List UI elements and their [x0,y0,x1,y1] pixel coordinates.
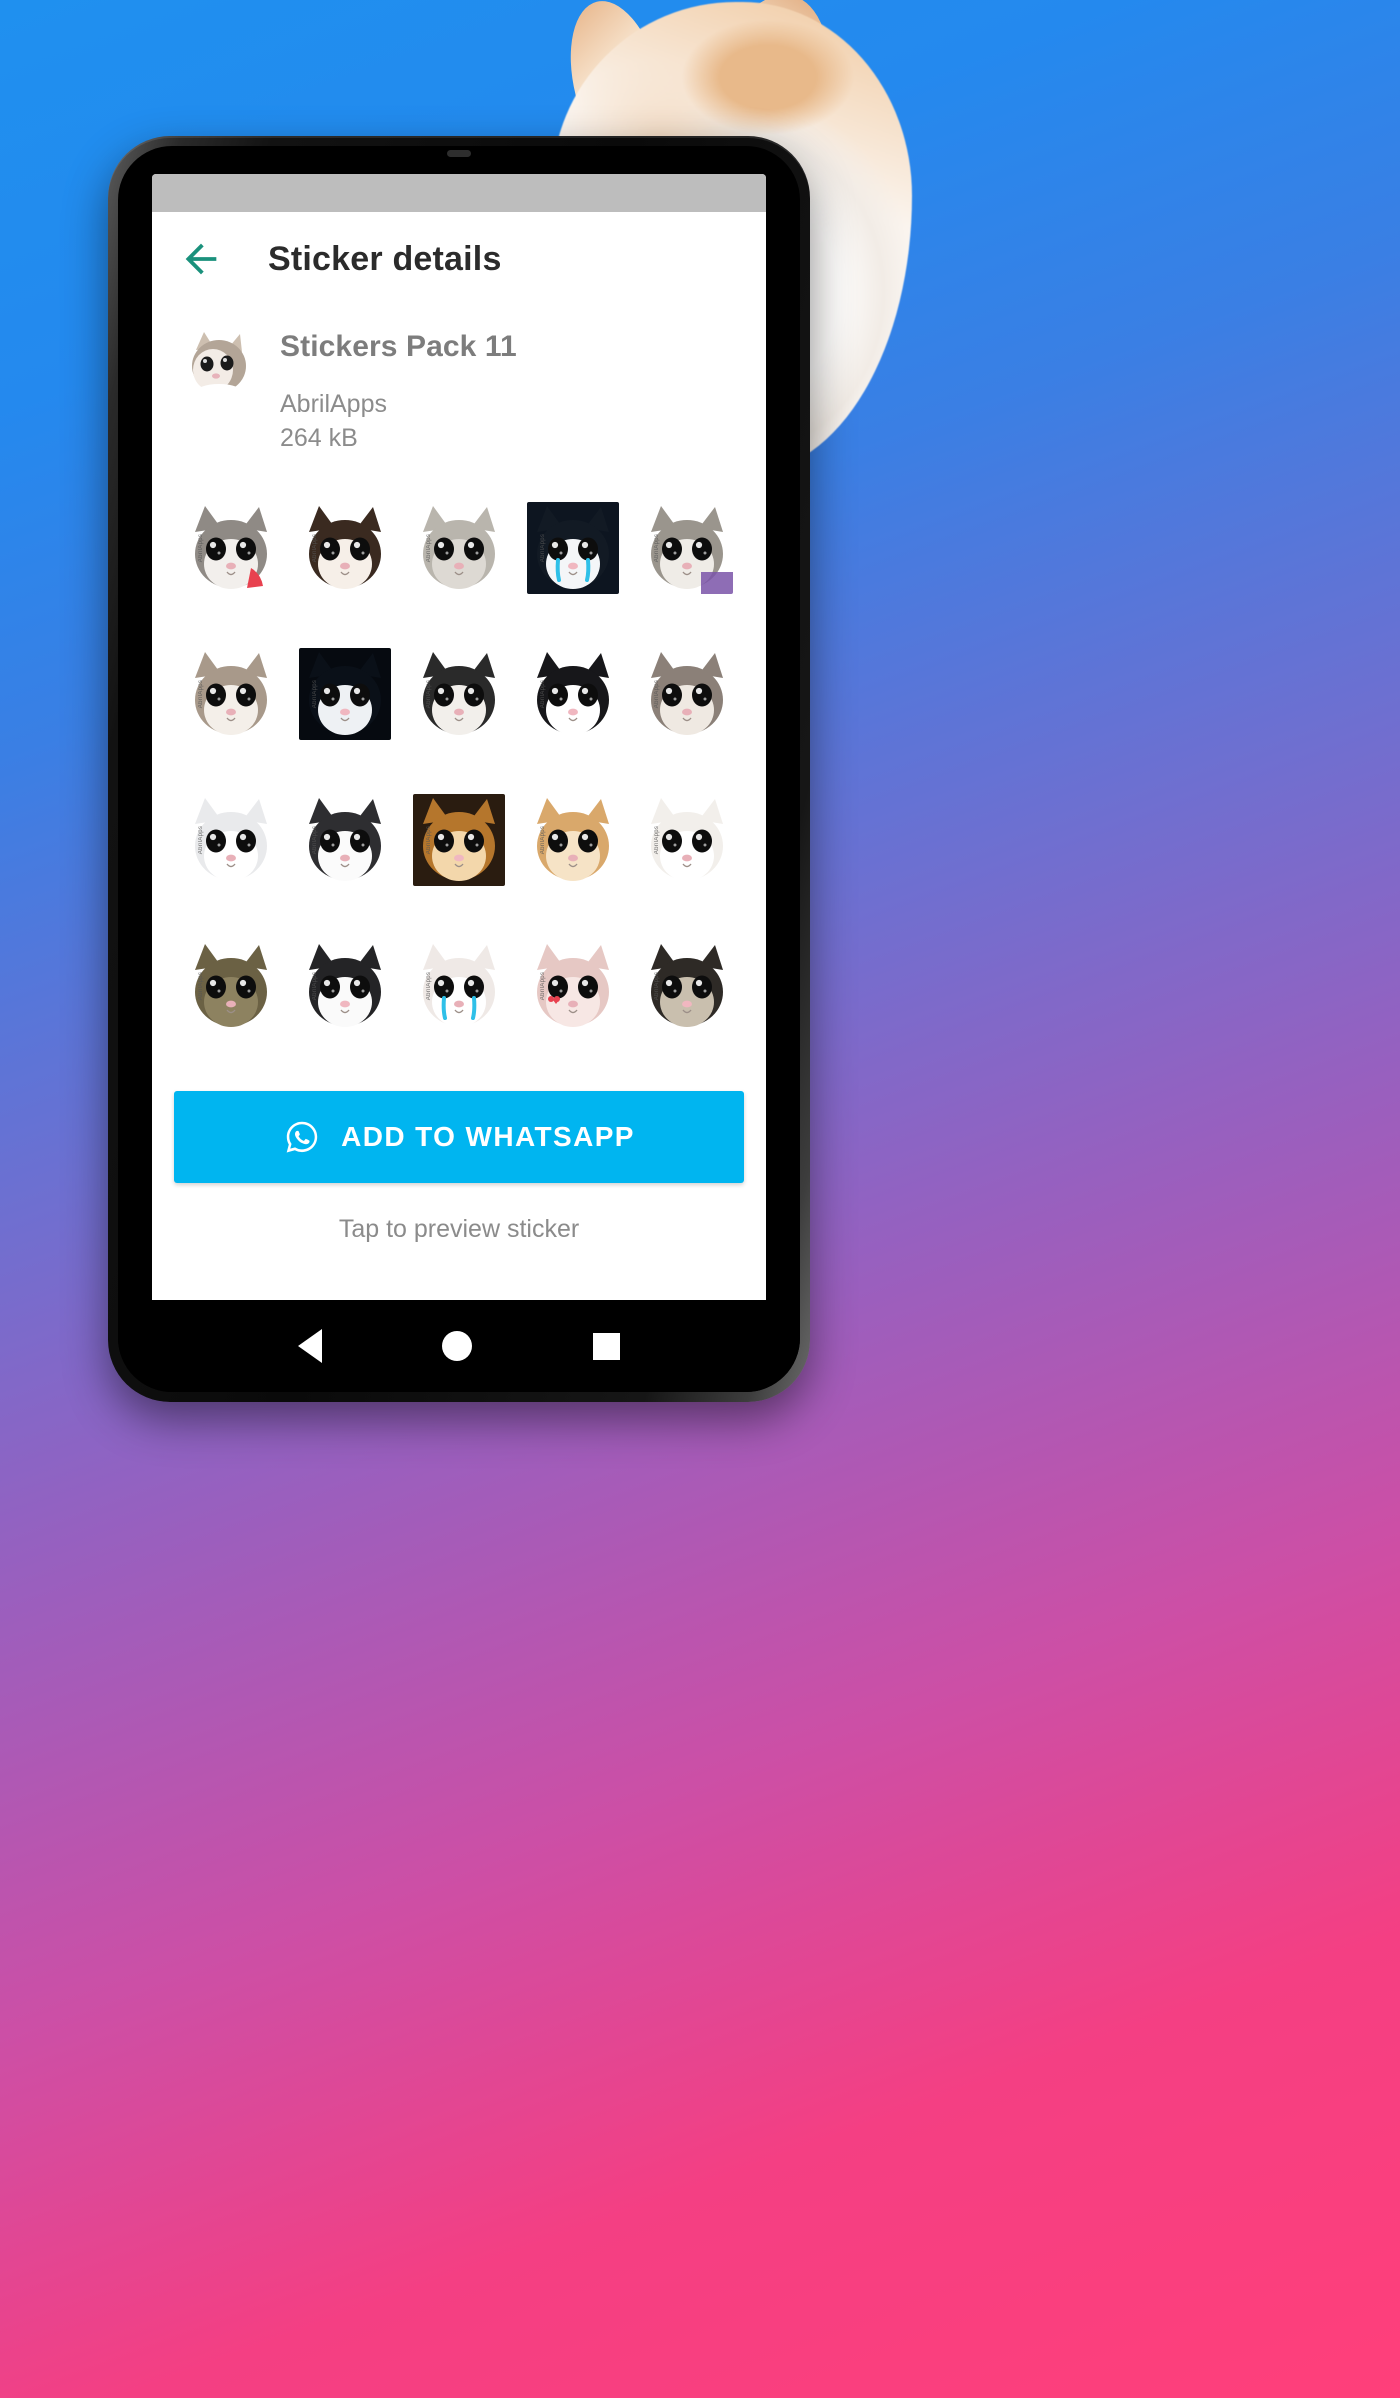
sticker-14[interactable]: AbrilApps [527,794,619,886]
sticker-grid: AbrilApps AbrilApps AbrilApps AbrilApps Abri… [152,455,766,1073]
sticker-watermark: AbrilApps [426,971,433,1001]
sticker-watermark: AbrilApps [426,533,433,563]
sticker-watermark: AbrilApps [312,679,319,709]
sticker-cell[interactable]: AbrilApps [402,781,516,899]
pack-info-section: Stickers Pack 11 AbrilApps 264 kB [152,306,766,455]
sticker-cell[interactable]: AbrilApps [288,489,402,607]
sticker-watermark: AbrilApps [540,971,547,1001]
add-to-whatsapp-button[interactable]: ADD TO WHATSAPP [174,1091,744,1183]
sticker-cell[interactable]: AbrilApps [402,927,516,1045]
sticker-7[interactable]: AbrilApps [299,648,391,740]
sticker-cell[interactable]: AbrilApps [630,489,744,607]
whatsapp-icon [286,1121,318,1153]
pack-thumbnail [182,324,256,398]
sticker-15[interactable]: AbrilApps [641,794,733,886]
sticker-watermark: AbrilApps [426,679,433,709]
sticker-10[interactable]: AbrilApps [641,648,733,740]
sticker-watermark: AbrilApps [312,533,319,563]
sticker-2[interactable]: AbrilApps [299,502,391,594]
app-bar: Sticker details [152,212,766,306]
sticker-cell[interactable]: AbrilApps [174,927,288,1045]
sticker-8[interactable]: AbrilApps [413,648,505,740]
sticker-3[interactable]: AbrilApps [413,502,505,594]
sticker-watermark: AbrilApps [654,679,661,709]
sticker-6[interactable]: AbrilApps [185,648,277,740]
sticker-5[interactable]: AbrilApps [641,502,733,594]
sticker-cell[interactable]: AbrilApps [174,635,288,753]
sticker-4[interactable]: AbrilApps [527,502,619,594]
sticker-cell[interactable]: AbrilApps [516,781,630,899]
sticker-watermark: AbrilApps [654,533,661,563]
sticker-cell[interactable]: AbrilApps [402,635,516,753]
sticker-9[interactable]: AbrilApps [527,648,619,740]
sticker-cell[interactable]: AbrilApps [630,781,744,899]
android-navigation-bar [118,1300,800,1392]
sticker-watermark: AbrilApps [312,825,319,855]
phone-speaker [447,150,471,157]
sticker-watermark: AbrilApps [540,533,547,563]
phone-screen: Sticker details Stickers Pack 11 AbrilAp… [152,174,766,1372]
sticker-watermark: AbrilApps [540,679,547,709]
sticker-cell[interactable]: AbrilApps [402,489,516,607]
cat-ear-left [555,0,667,127]
sticker-watermark: AbrilApps [198,679,205,709]
sticker-cell[interactable]: AbrilApps [288,927,402,1045]
nav-home-icon[interactable] [442,1331,473,1361]
sticker-1[interactable]: AbrilApps [185,502,277,594]
add-to-whatsapp-label: ADD TO WHATSAPP [341,1121,635,1152]
pack-size: 264 kB [280,423,358,452]
sticker-cell[interactable]: AbrilApps [630,927,744,1045]
nav-recents-icon[interactable] [592,1332,620,1360]
sticker-cell[interactable]: AbrilApps [516,927,630,1045]
pack-text-block: Stickers Pack 11 AbrilApps 264 kB [280,312,517,455]
pack-name: Stickers Pack 11 [280,330,517,363]
sticker-12[interactable]: AbrilApps [299,794,391,886]
preview-hint: Tap to preview sticker [338,1215,580,1243]
phone-mockup: Sticker details Stickers Pack 11 AbrilAp… [108,136,810,1402]
sticker-watermark: AbrilApps [540,825,547,855]
sticker-cell[interactable]: AbrilApps [516,635,630,753]
sticker-18[interactable]: AbrilApps [413,940,505,1032]
pack-author: AbrilApps [280,390,387,418]
sticker-16[interactable]: AbrilApps [185,940,277,1032]
sticker-11[interactable]: AbrilApps [185,794,277,886]
sticker-watermark: AbrilApps [654,971,661,1001]
sticker-cell[interactable]: AbrilApps [288,635,402,753]
sticker-watermark: AbrilApps [198,971,205,1001]
sticker-17[interactable]: AbrilApps [299,940,391,1032]
sticker-watermark: AbrilApps [198,825,205,855]
sticker-20[interactable]: AbrilApps [641,940,733,1032]
page-title: Sticker details [268,239,502,278]
sticker-13[interactable]: AbrilApps [413,794,505,886]
cat-ear-right [711,0,845,132]
nav-back-icon[interactable] [298,1329,323,1363]
sticker-watermark: AbrilApps [654,825,661,855]
sticker-cell[interactable]: AbrilApps [630,635,744,753]
sticker-cell[interactable]: AbrilApps [516,489,630,607]
sticker-watermark: AbrilApps [312,971,319,1001]
sticker-cell[interactable]: AbrilApps [174,489,288,607]
sticker-19[interactable]: AbrilApps [527,940,619,1032]
arrow-left-icon[interactable] [178,236,224,282]
sticker-watermark: AbrilApps [198,533,205,563]
sticker-cell[interactable]: AbrilApps [288,781,402,899]
sticker-cell[interactable]: AbrilApps [174,781,288,899]
status-bar [152,174,766,212]
sticker-watermark: AbrilApps [426,825,433,855]
